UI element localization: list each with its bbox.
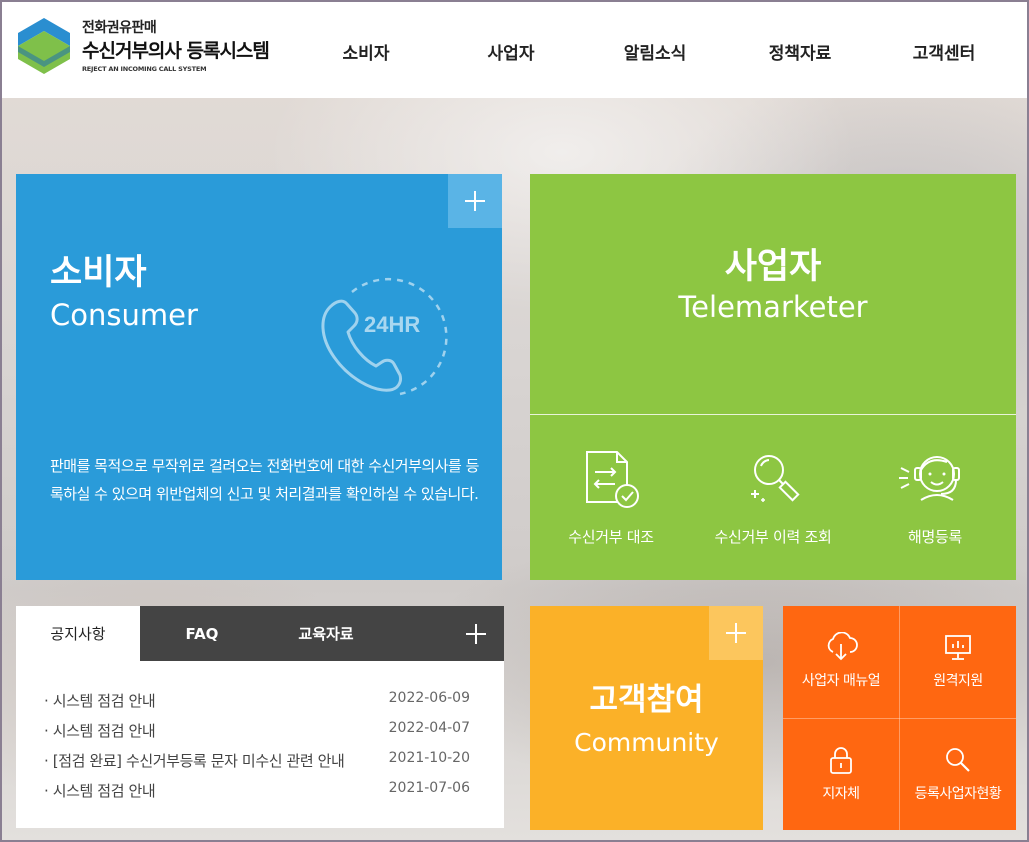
telemarketer-panel[interactable]: 사업자 Telemarketer 수신거부 대조 수신거부 이력 조회 해명등록 (530, 174, 1016, 580)
site-header: 전화권유판매 수신거부의사 등록시스템 REJECT AN INCOMING C… (2, 2, 1027, 98)
nav-item-support[interactable]: 고객센터 (913, 39, 976, 64)
consumer-panel[interactable]: 소비자 Consumer 24HR 판매를 목적으로 무작위로 걸려오는 전화번… (16, 174, 502, 580)
notice-date: 2022-06-09 (388, 690, 470, 706)
tele-item-compare[interactable]: 수신거부 대조 (531, 448, 691, 547)
logo-subtitle: 전화권유판매 (82, 20, 157, 36)
notice-tabbar: 공지사항 FAQ 교육자료 (16, 606, 504, 661)
telemarketer-divider (530, 414, 1016, 415)
main-nav: 소비자 사업자 알림소식 정책자료 고객센터 (302, 2, 1022, 98)
consumer-more-button[interactable] (448, 174, 502, 228)
notice-row[interactable]: · 시스템 점검 안내 2022-06-09 (44, 690, 474, 720)
notice-date: 2021-07-06 (388, 780, 470, 796)
site-logo[interactable]: 전화권유판매 수신거부의사 등록시스템 REJECT AN INCOMING C… (16, 16, 286, 76)
notice-row[interactable]: · 시스템 점검 안내 2021-07-06 (44, 780, 474, 810)
magnifier-sparkle-icon (751, 455, 800, 502)
quick-link-label: 지자체 (822, 786, 860, 802)
quick-link-label: 사업자 매뉴얼 (801, 673, 881, 689)
tele-item-explain[interactable]: 해명등록 (855, 448, 1015, 547)
headset-agent-icon (899, 456, 960, 501)
quick-link-label: 등록사업자현황 (914, 786, 1002, 802)
logo-title: 수신거부의사 등록시스템 (82, 40, 270, 62)
quick-link-remote[interactable]: 원격지원 (900, 606, 1016, 718)
notice-row[interactable]: · 시스템 점검 안내 2022-04-07 (44, 720, 474, 750)
notice-title[interactable]: · [점검 완료] 수신거부등록 문자 미수신 관련 안내 (44, 750, 364, 771)
24hr-text: 24HR (364, 312, 420, 337)
tele-item-explain-label: 해명등록 (907, 528, 962, 546)
quick-link-local-gov[interactable]: 지자체 (783, 719, 899, 831)
community-title: 고객참여 (589, 682, 704, 718)
notice-title[interactable]: · 시스템 점검 안내 (44, 720, 364, 741)
quick-link-manual[interactable]: 사업자 매뉴얼 (783, 606, 899, 718)
notice-title[interactable]: · 시스템 점검 안내 (44, 690, 364, 711)
notice-list: · 시스템 점검 안내 2022-06-09 · 시스템 점검 안내 2022-… (44, 690, 474, 810)
notice-more-button[interactable] (448, 606, 504, 661)
search-icon (946, 748, 970, 772)
logo-mark-icon (18, 18, 70, 74)
notice-date: 2021-10-20 (388, 750, 470, 766)
consumer-description: 판매를 목적으로 무작위로 걸려오는 전화번호에 대한 수신거부의사를 등록하실… (50, 457, 479, 503)
community-more-button[interactable] (709, 606, 763, 660)
nav-item-consumer[interactable]: 소비자 (343, 39, 390, 64)
document-check-icon (586, 451, 639, 508)
plus-icon (726, 623, 746, 643)
tele-item-compare-label: 수신거부 대조 (568, 528, 654, 546)
plus-icon (466, 623, 486, 644)
community-title-en: Community (574, 728, 719, 757)
page-frame: 전화권유판매 수신거부의사 등록시스템 REJECT AN INCOMING C… (0, 0, 1029, 842)
tele-item-history-label: 수신거부 이력 조회 (714, 528, 832, 546)
lock-icon (830, 747, 852, 774)
tab-education[interactable]: 교육자료 (264, 606, 388, 661)
telemarketer-title: 사업자 (724, 247, 822, 287)
logo-english: REJECT AN INCOMING CALL SYSTEM (82, 65, 207, 73)
nav-item-policy[interactable]: 정책자료 (769, 39, 832, 64)
nav-item-news[interactable]: 알림소식 (624, 39, 687, 64)
consumer-title-en: Consumer (50, 298, 198, 332)
telemarketer-title-en: Telemarketer (678, 290, 868, 324)
quick-link-label: 원격지원 (933, 673, 983, 689)
quick-link-registered[interactable]: 등록사업자현황 (900, 719, 1016, 831)
notice-date: 2022-04-07 (388, 720, 470, 736)
tab-faq[interactable]: FAQ (140, 606, 264, 661)
cloud-download-icon (827, 632, 858, 661)
plus-icon (465, 191, 485, 211)
community-panel[interactable]: 고객참여 Community (530, 606, 763, 830)
notice-row[interactable]: · [점검 완료] 수신거부등록 문자 미수신 관련 안내 2021-10-20 (44, 750, 474, 780)
consumer-title: 소비자 (50, 253, 147, 293)
monitor-icon (945, 635, 971, 660)
notice-panel: 공지사항 FAQ 교육자료 · 시스템 점검 안내 2022-06-09 · 시… (16, 606, 504, 828)
quick-links-grid: 사업자 매뉴얼 원격지원 지자체 등록사업자현황 (783, 606, 1016, 830)
tele-item-history[interactable]: 수신거부 이력 조회 (693, 448, 853, 547)
phone-24hr-icon: 24HR (321, 277, 448, 396)
tab-notice[interactable]: 공지사항 (16, 606, 140, 661)
notice-title[interactable]: · 시스템 점검 안내 (44, 780, 364, 801)
nav-item-business[interactable]: 사업자 (488, 39, 535, 64)
